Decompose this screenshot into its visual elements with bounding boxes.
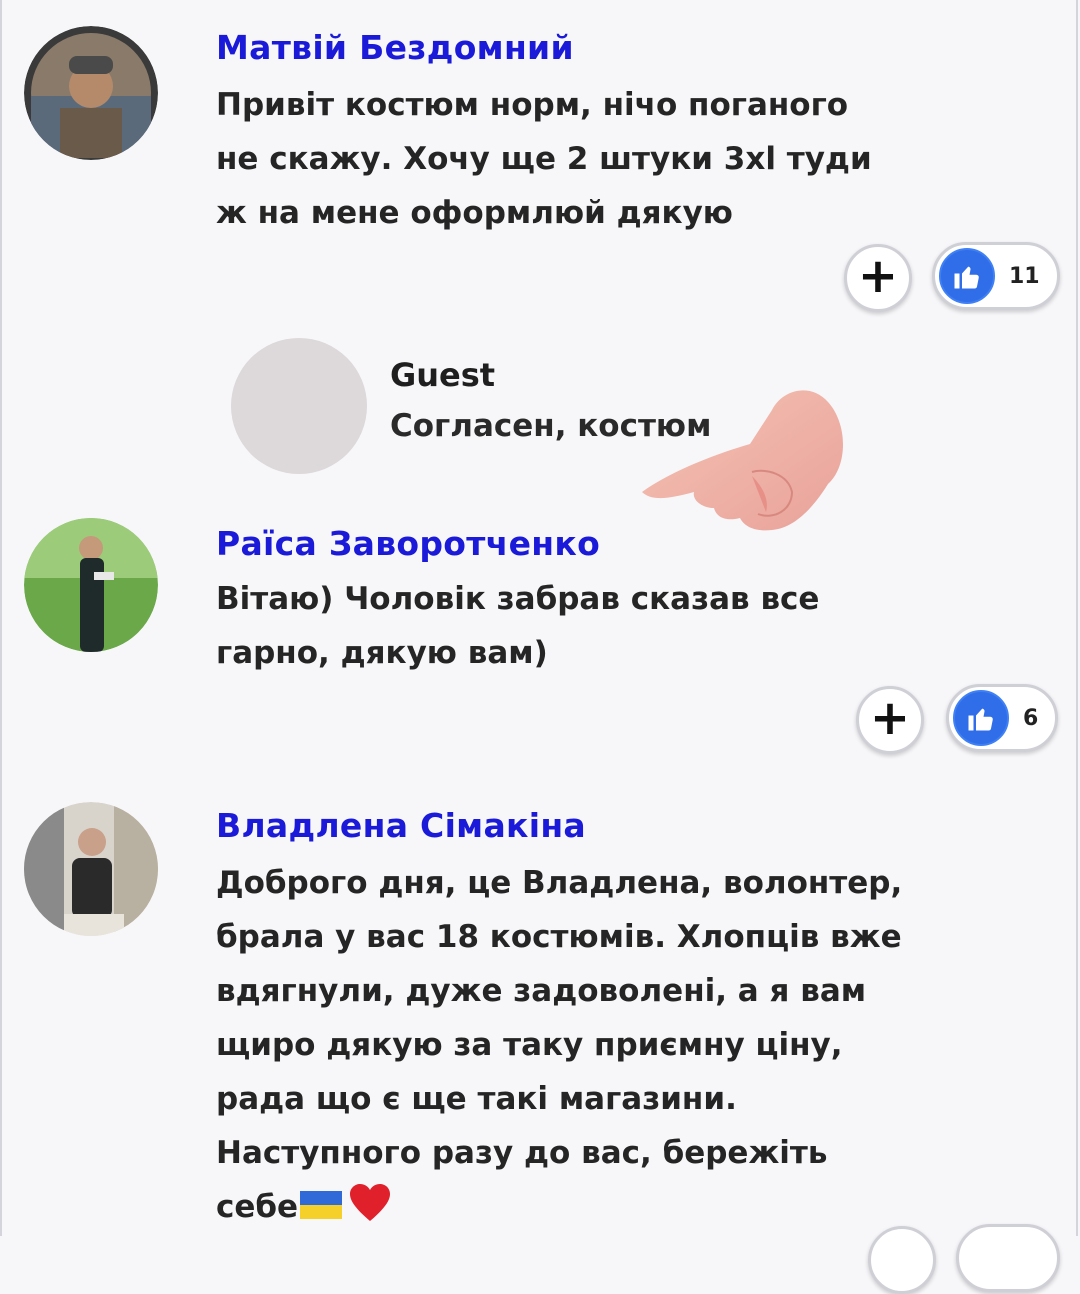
avatar-raisa[interactable] <box>24 518 158 652</box>
comment-text-body: Доброго дня, це Владлена, волонтер, брал… <box>216 865 903 1225</box>
plus-icon: + <box>857 248 899 304</box>
avatar-guest <box>231 338 367 474</box>
author-name: Guest <box>390 356 496 394</box>
avatar-matvii[interactable] <box>24 26 158 160</box>
thumbs-up-icon <box>953 690 1009 746</box>
author-name[interactable]: Владлена Сімакіна <box>216 806 586 845</box>
pointing-hand-icon <box>642 390 843 531</box>
reply-button[interactable]: + <box>856 686 924 754</box>
author-name[interactable]: Матвій Бездомний <box>216 28 574 67</box>
thumbs-up-icon <box>939 248 995 304</box>
heart-icon <box>350 1184 391 1221</box>
avatar-vladlena[interactable] <box>24 802 158 936</box>
plus-icon: + <box>869 690 911 746</box>
comments-feed: Матвій Бездомний Привіт костюм норм, ніч… <box>0 0 1078 1294</box>
like-button[interactable]: 6 <box>946 684 1058 752</box>
comment-text: Привіт костюм норм, нічо поганого не ска… <box>216 87 872 231</box>
comment-text: Доброго дня, це Владлена, волонтер, брал… <box>216 856 916 1234</box>
like-button[interactable] <box>956 1224 1060 1292</box>
like-count: 11 <box>1009 263 1040 289</box>
author-name[interactable]: Раїса Заворотченко <box>216 524 600 563</box>
ukraine-flag-icon <box>300 1191 343 1219</box>
like-count: 6 <box>1023 705 1039 731</box>
comment-text: Вітаю) Чоловік забрав сказав все гарно, … <box>216 581 820 671</box>
reply-button[interactable]: + <box>844 244 912 312</box>
reply-button[interactable] <box>868 1226 936 1294</box>
like-button[interactable]: 11 <box>932 242 1060 310</box>
